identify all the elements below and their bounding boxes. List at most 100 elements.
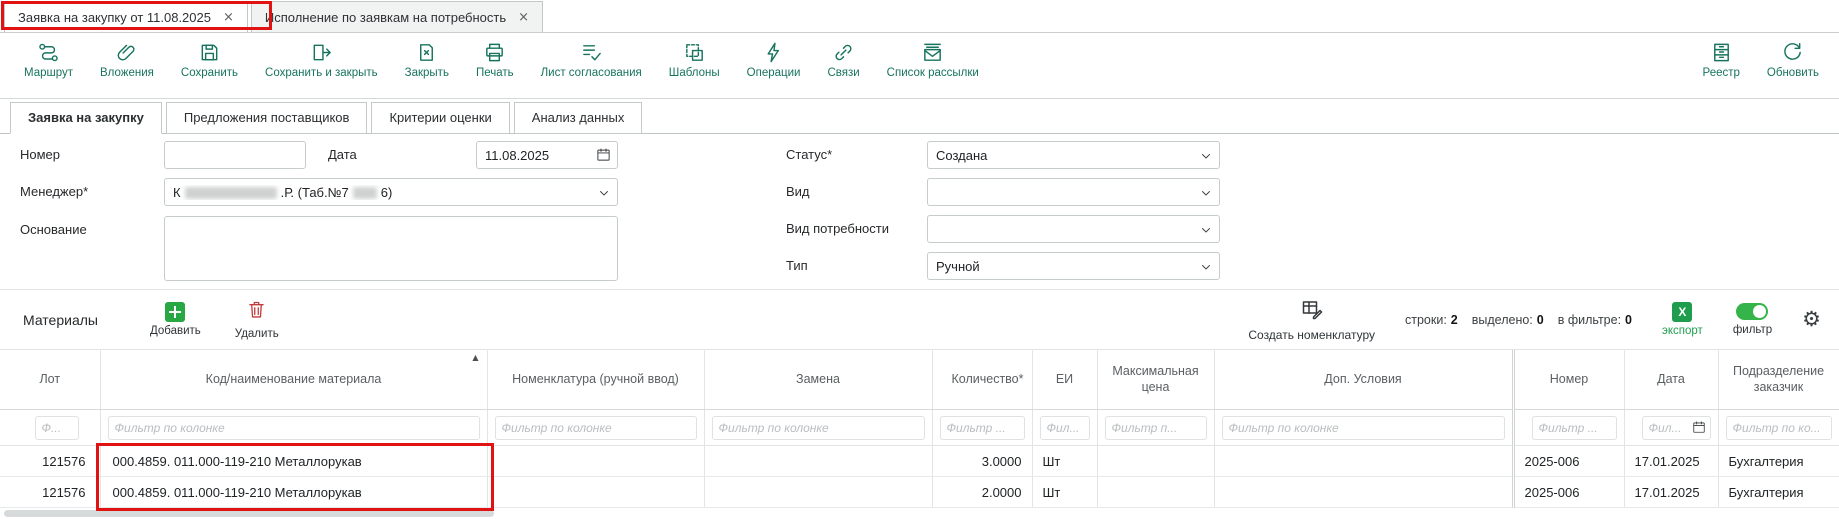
operations-icon [762, 40, 785, 64]
manager-select[interactable]: К.Р. (Таб.№76) [164, 178, 618, 206]
table-row[interactable]: 121576 000.4859. 011.000-119-210 Металло… [0, 446, 1839, 477]
filter-cell [1513, 410, 1624, 446]
window-tab-bar: Заявка на закупку от 11.08.2025 × Исполн… [0, 0, 1839, 33]
filtered-counter: в фильтре:0 [1558, 313, 1632, 327]
filter-input-department[interactable] [1726, 416, 1832, 440]
filter-input-replacement[interactable] [712, 416, 925, 440]
cell-code: 000.4859. 011.000-119-210 Металлорукав [100, 477, 487, 508]
type-label: Тип [786, 252, 808, 280]
tab-data-analysis[interactable]: Анализ данных [514, 102, 643, 134]
close-tab-icon[interactable]: × [518, 10, 529, 25]
filter-input-code[interactable] [108, 416, 480, 440]
filter-cell [100, 410, 487, 446]
column-header-number[interactable]: Номер [1513, 350, 1624, 410]
mailing-list-button[interactable]: Список рассылки [887, 40, 979, 79]
need-kind-select[interactable] [927, 215, 1220, 243]
column-header-department[interactable]: Подразделение заказчик [1718, 350, 1839, 410]
column-header-quantity[interactable]: Количество* [932, 350, 1032, 410]
column-header-unit[interactable]: ЕИ [1032, 350, 1097, 410]
toolbar-button-label: Шаблоны [669, 67, 720, 79]
filter-input-nomenclature[interactable] [495, 416, 697, 440]
cell-quantity: 3.0000 [932, 446, 1032, 477]
refresh-icon [1781, 40, 1804, 64]
horizontal-scrollbar[interactable] [4, 510, 494, 517]
close-tab-icon[interactable]: × [223, 10, 234, 25]
close-button[interactable]: Закрыть [405, 40, 449, 79]
date-label: Дата [328, 141, 357, 169]
tab-evaluation-criteria[interactable]: Критерии оценки [371, 102, 509, 134]
approval-sheet-button[interactable]: Лист согласования [541, 40, 642, 79]
table-row[interactable]: 121576 000.4859. 011.000-119-210 Металло… [0, 477, 1839, 508]
tab-label: Предложения поставщиков [184, 110, 350, 125]
chevron-down-icon [1200, 187, 1212, 202]
materials-table: Лот Код/наименование материала▲ Номенкла… [0, 349, 1839, 508]
main-toolbar: Маршрут Вложения Сохранить Сохранить и з… [0, 33, 1839, 99]
column-header-conditions[interactable]: Доп. Условия [1214, 350, 1513, 410]
window-tab-execution[interactable]: Исполнение по заявкам на потребность × [251, 1, 543, 32]
refresh-button[interactable]: Обновить [1767, 40, 1819, 79]
filter-cell [0, 410, 100, 446]
number-input[interactable] [164, 141, 306, 169]
column-header-nomenclature[interactable]: Номенклатура (ручной ввод) [487, 350, 704, 410]
chevron-down-icon [1200, 224, 1212, 239]
basis-label: Основание [20, 216, 87, 244]
chevron-down-icon [1200, 150, 1212, 165]
create-nomenclature-button[interactable]: Создать номенклатуру [1248, 297, 1375, 342]
manager-value: К.Р. (Таб.№76) [173, 185, 392, 200]
toolbar-button-label: Список рассылки [887, 67, 979, 79]
tab-request[interactable]: Заявка на закупку [10, 102, 162, 134]
cell-number: 2025-006 [1513, 446, 1624, 477]
selected-counter: выделено:0 [1472, 313, 1544, 327]
request-form: Номер Дата Менеджер* К.Р. (Таб.№76) Осно… [0, 134, 1839, 289]
create-nomenclature-label: Создать номенклатуру [1248, 328, 1375, 342]
route-button[interactable]: Маршрут [24, 40, 73, 79]
toolbar-button-label: Печать [476, 67, 514, 79]
filter-input-max-price[interactable] [1105, 416, 1207, 440]
save-button[interactable]: Сохранить [181, 40, 238, 79]
calendar-icon[interactable] [1692, 420, 1706, 439]
templates-button[interactable]: Шаблоны [669, 40, 720, 79]
links-icon [832, 40, 855, 64]
calendar-icon[interactable] [596, 147, 611, 167]
attachments-button[interactable]: Вложения [100, 40, 154, 79]
chevron-down-icon [598, 187, 610, 202]
operations-button[interactable]: Операции [747, 40, 801, 79]
toolbar-button-label: Сохранить и закрыть [265, 67, 378, 79]
save-and-close-button[interactable]: Сохранить и закрыть [265, 40, 378, 79]
gear-icon[interactable]: ⚙ [1802, 309, 1821, 330]
column-header-lot[interactable]: Лот [0, 350, 100, 410]
filter-toggle[interactable]: фильтр [1733, 303, 1772, 336]
window-tab-request[interactable]: Заявка на закупку от 11.08.2025 × [4, 1, 248, 32]
export-excel-button[interactable]: X экспорт [1662, 302, 1703, 337]
kind-select[interactable] [927, 178, 1220, 206]
tab-supplier-offers[interactable]: Предложения поставщиков [166, 102, 368, 134]
grid-counters: строки:2 выделено:0 в фильтре:0 [1405, 313, 1632, 327]
type-select[interactable]: Ручной [927, 252, 1220, 280]
links-button[interactable]: Связи [827, 40, 859, 79]
print-button[interactable]: Печать [476, 40, 514, 79]
column-header-date[interactable]: Дата [1624, 350, 1718, 410]
rows-counter: строки:2 [1405, 313, 1458, 327]
column-header-code[interactable]: Код/наименование материала▲ [100, 350, 487, 410]
registry-button[interactable]: Реестр [1703, 40, 1740, 79]
filter-input-lot[interactable] [35, 416, 79, 440]
delete-row-button[interactable]: Удалить [235, 299, 279, 340]
delete-row-label: Удалить [235, 328, 279, 340]
add-row-button[interactable]: Добавить [150, 302, 201, 337]
status-select[interactable]: Создана [927, 141, 1220, 169]
column-header-replacement[interactable]: Замена [704, 350, 932, 410]
app-window: Заявка на закупку от 11.08.2025 × Исполн… [0, 0, 1839, 519]
cell-replacement [704, 477, 932, 508]
toolbar-button-label: Лист согласования [541, 67, 642, 79]
filter-input-quantity[interactable] [940, 416, 1025, 440]
filter-input-unit[interactable] [1040, 416, 1090, 440]
basis-textarea[interactable] [164, 216, 618, 281]
filter-input-number[interactable] [1532, 416, 1617, 440]
date-field [476, 141, 618, 169]
status-label: Статус* [786, 141, 832, 169]
filter-input-conditions[interactable] [1222, 416, 1505, 440]
filter-toggle-label: фильтр [1733, 324, 1772, 336]
cell-nomenclature [487, 477, 704, 508]
column-header-max-price[interactable]: Максимальная цена [1097, 350, 1214, 410]
save-and-close-icon [310, 40, 333, 64]
